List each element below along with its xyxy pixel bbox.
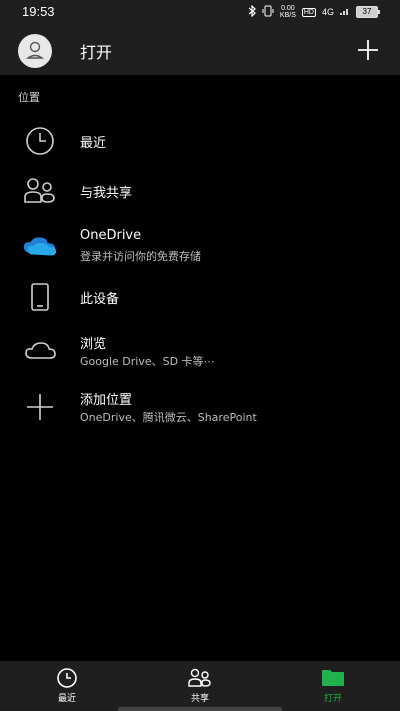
page-title: 打开 [80,43,113,62]
user-icon [25,41,45,59]
location-title: 最近 [80,136,107,151]
net-speed-unit: KB/S [279,12,296,19]
tab-label: 最近 [57,694,76,704]
location-title: OneDrive [80,228,142,243]
tab-label: 共享 [190,694,209,704]
location-title: 浏览 [80,337,107,352]
tab-label: 打开 [323,694,342,704]
avatar[interactable] [18,34,52,68]
location-title: 此设备 [80,292,120,307]
bluetooth-icon [248,4,256,19]
net-speed-value: 0.00 [281,5,295,12]
location-this-device[interactable]: 此设备 [0,269,400,325]
onedrive-cloud-icon [22,228,58,264]
tab-open[interactable]: 打开 [293,661,373,711]
location-recent[interactable]: 最近 [0,113,400,169]
location-browse[interactable]: 浏览 Google Drive、SD 卡等⋯ [0,323,400,379]
phone-icon [22,279,58,315]
hd-badge: HD [301,7,316,17]
folder-icon [321,667,345,689]
cloud-outline-icon [22,333,58,369]
section-label: 位置 [18,91,40,104]
status-icons: 0.00 KB/S HD 4G 37 [248,4,380,20]
location-subtitle: 登录并访问你的免费存储 [80,250,201,263]
signal-icon [340,6,350,18]
home-indicator[interactable] [118,707,282,711]
net-speed: 0.00 KB/S [280,5,296,19]
bottom-nav: 最近 共享 打开 [0,661,400,711]
people-icon [22,173,58,209]
vibrate-icon [262,5,274,19]
location-shared[interactable]: 与我共享 [0,163,400,219]
battery-icon: 37 [356,6,380,18]
clock-icon [22,123,58,159]
people-icon [188,667,212,689]
location-subtitle: OneDrive、腾讯微云、SharePoint [80,411,257,424]
tab-shared[interactable]: 共享 [160,661,240,711]
status-time: 19:53 [22,4,55,19]
clock-icon [55,667,79,689]
network-type: 4G [321,7,334,17]
plus-icon [358,40,378,60]
location-subtitle: Google Drive、SD 卡等⋯ [80,355,215,368]
location-title: 添加位置 [80,393,133,408]
tab-recent[interactable]: 最近 [27,661,107,711]
app-header: 打开 [0,25,400,75]
status-bar: 19:53 0.00 KB/S HD 4G 37 [0,0,400,25]
location-add-place[interactable]: 添加位置 OneDrive、腾讯微云、SharePoint [0,379,400,435]
plus-icon [22,389,58,425]
location-title: 与我共享 [80,186,133,201]
location-onedrive[interactable]: OneDrive 登录并访问你的免费存储 [0,218,400,274]
add-button[interactable] [356,38,380,62]
